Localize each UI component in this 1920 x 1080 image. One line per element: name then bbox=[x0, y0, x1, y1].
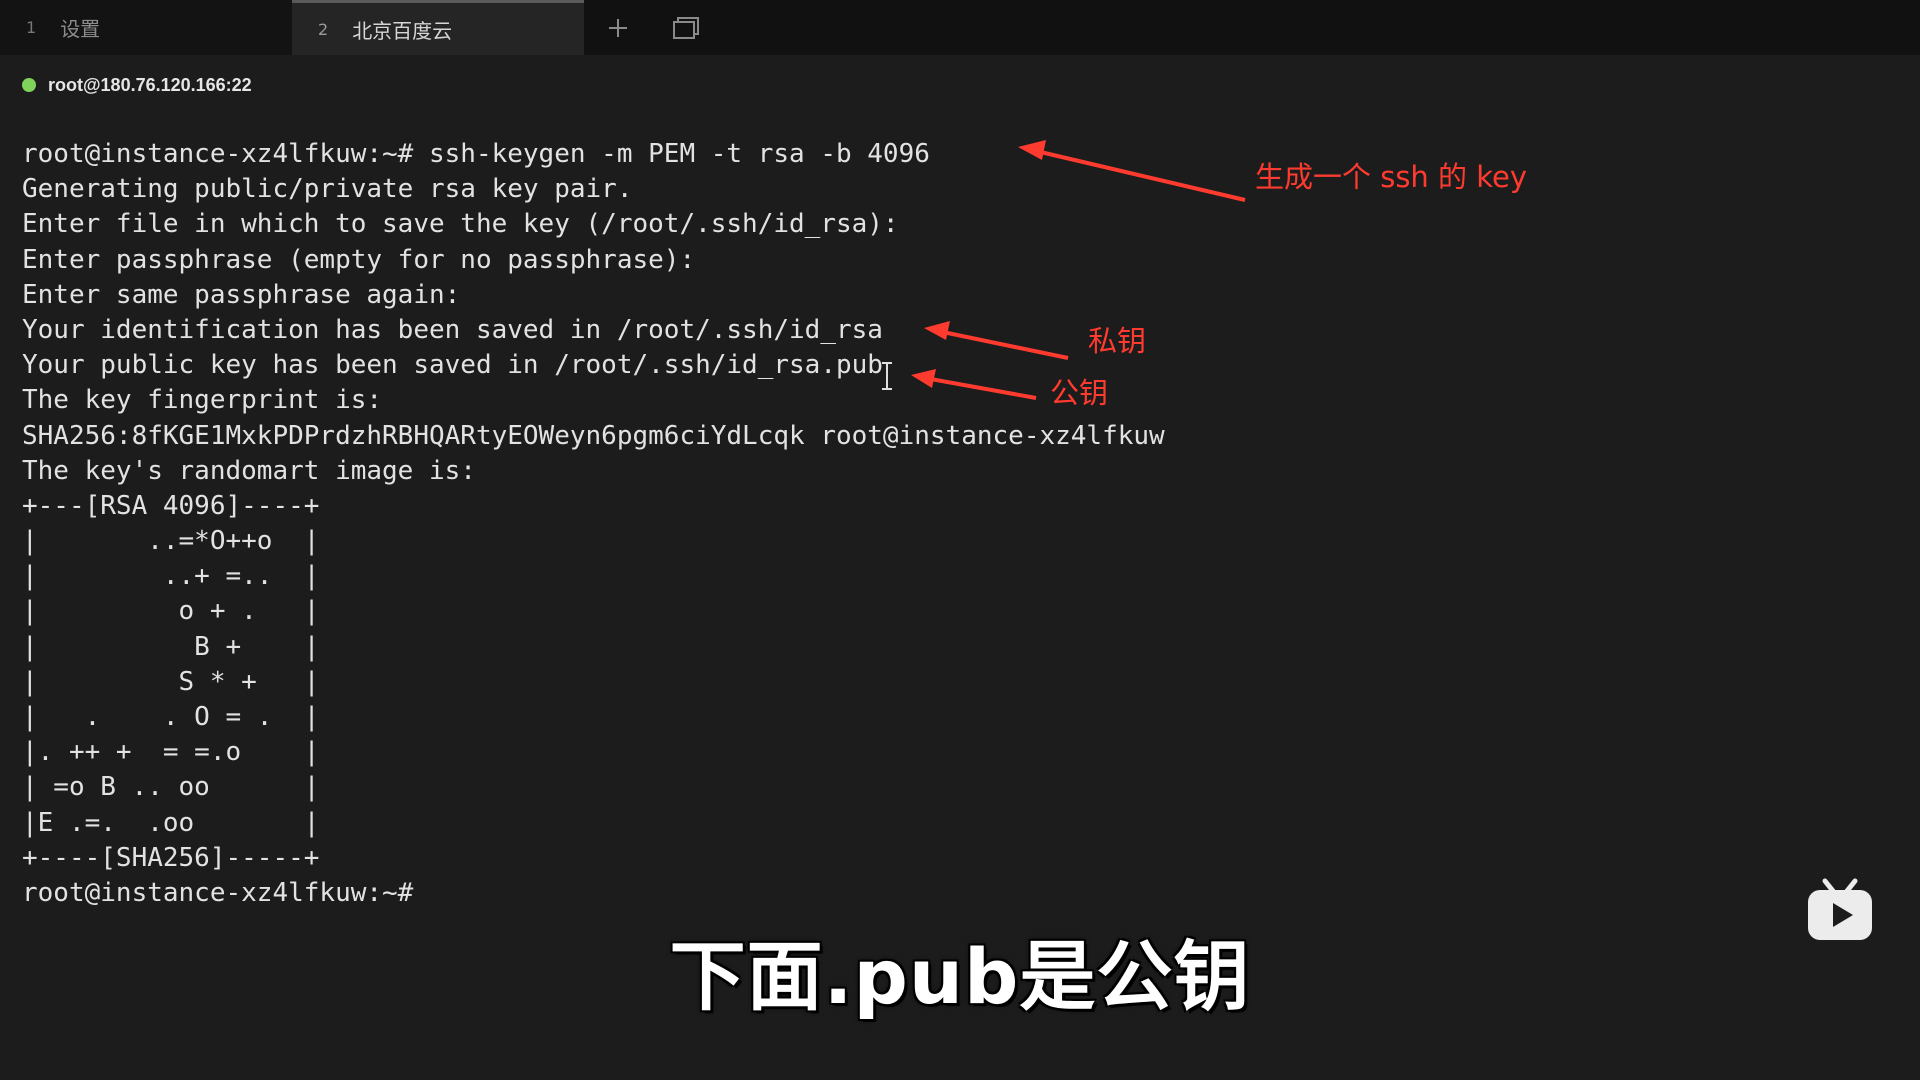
terminal-line: | . . O = . | bbox=[22, 702, 320, 732]
terminal-line: Enter file in which to save the key (/ro… bbox=[22, 209, 899, 240]
annotation-public-key: 公钥 bbox=[1050, 376, 1109, 410]
terminal-line: Generating public/private rsa key pair. bbox=[22, 174, 633, 205]
terminal-output[interactable]: root@instance-xz4lfkuw:~# ssh-keygen -m … bbox=[22, 137, 1165, 911]
terminal-line: The key fingerprint is: bbox=[22, 385, 383, 416]
window-restore-icon bbox=[673, 16, 699, 39]
terminal-line: SHA256:8fKGE1MxkPDPrdzhRBHQARtyEOWeyn6pg… bbox=[22, 420, 1165, 451]
tab-label: 设置 bbox=[60, 17, 101, 41]
terminal-line: +----[SHA256]-----+ bbox=[22, 842, 320, 873]
terminal-line: Your identification has been saved in /r… bbox=[22, 314, 883, 345]
text-cursor-icon bbox=[882, 362, 892, 390]
terminal-line: | B + | bbox=[22, 631, 320, 662]
terminal-line: | S * + | bbox=[22, 666, 320, 697]
new-tab-button[interactable] bbox=[584, 0, 652, 55]
plus-icon bbox=[609, 18, 627, 37]
tab-label: 北京百度云 bbox=[352, 18, 453, 43]
connection-host: root@180.76.120.166:22 bbox=[48, 74, 252, 95]
tab-overview-button[interactable] bbox=[652, 0, 720, 55]
connection-status: root@180.76.120.166:22 bbox=[22, 73, 252, 97]
terminal-line: |. ++ + = =.o | bbox=[22, 737, 320, 768]
tab-number: 1 bbox=[26, 18, 37, 37]
bilibili-tv-icon bbox=[1808, 878, 1872, 940]
tab-settings[interactable]: 1 设置 bbox=[0, 0, 292, 55]
connection-status-dot bbox=[22, 78, 36, 92]
annotation-generate-key: 生成一个 ssh 的 key bbox=[1255, 160, 1528, 194]
terminal-line: Enter passphrase (empty for no passphras… bbox=[22, 244, 696, 275]
terminal-line: | o + . | bbox=[22, 596, 320, 627]
tab-beijing-baidu-cloud[interactable]: 2 北京百度云 bbox=[292, 0, 584, 55]
terminal-line: | ..=*O++o | bbox=[22, 526, 320, 557]
terminal-app-window: 1 设置 2 北京百度云 root@180.76.120.166:22 root… bbox=[0, 0, 1920, 1080]
video-subtitle: 下面.pub是公钥 bbox=[669, 932, 1251, 1021]
terminal-line: The key's randomart image is: bbox=[22, 455, 476, 486]
terminal-line: +---[RSA 4096]----+ bbox=[22, 490, 320, 521]
annotation-private-key: 私钥 bbox=[1088, 324, 1147, 358]
terminal-line: Enter same passphrase again: bbox=[22, 279, 461, 310]
tab-number: 2 bbox=[318, 19, 329, 39]
terminal-line: root@instance-xz4lfkuw:~# bbox=[22, 877, 414, 908]
terminal-line: | ..+ =.. | bbox=[22, 561, 320, 592]
tab-bar: 1 设置 2 北京百度云 bbox=[0, 0, 1920, 55]
terminal-line: |E .=. .oo | bbox=[22, 807, 320, 838]
terminal-line: Your public key has been saved in /root/… bbox=[22, 350, 883, 381]
terminal-line: root@instance-xz4lfkuw:~# ssh-keygen -m … bbox=[22, 139, 930, 169]
terminal-line: | =o B .. oo | bbox=[22, 772, 320, 803]
